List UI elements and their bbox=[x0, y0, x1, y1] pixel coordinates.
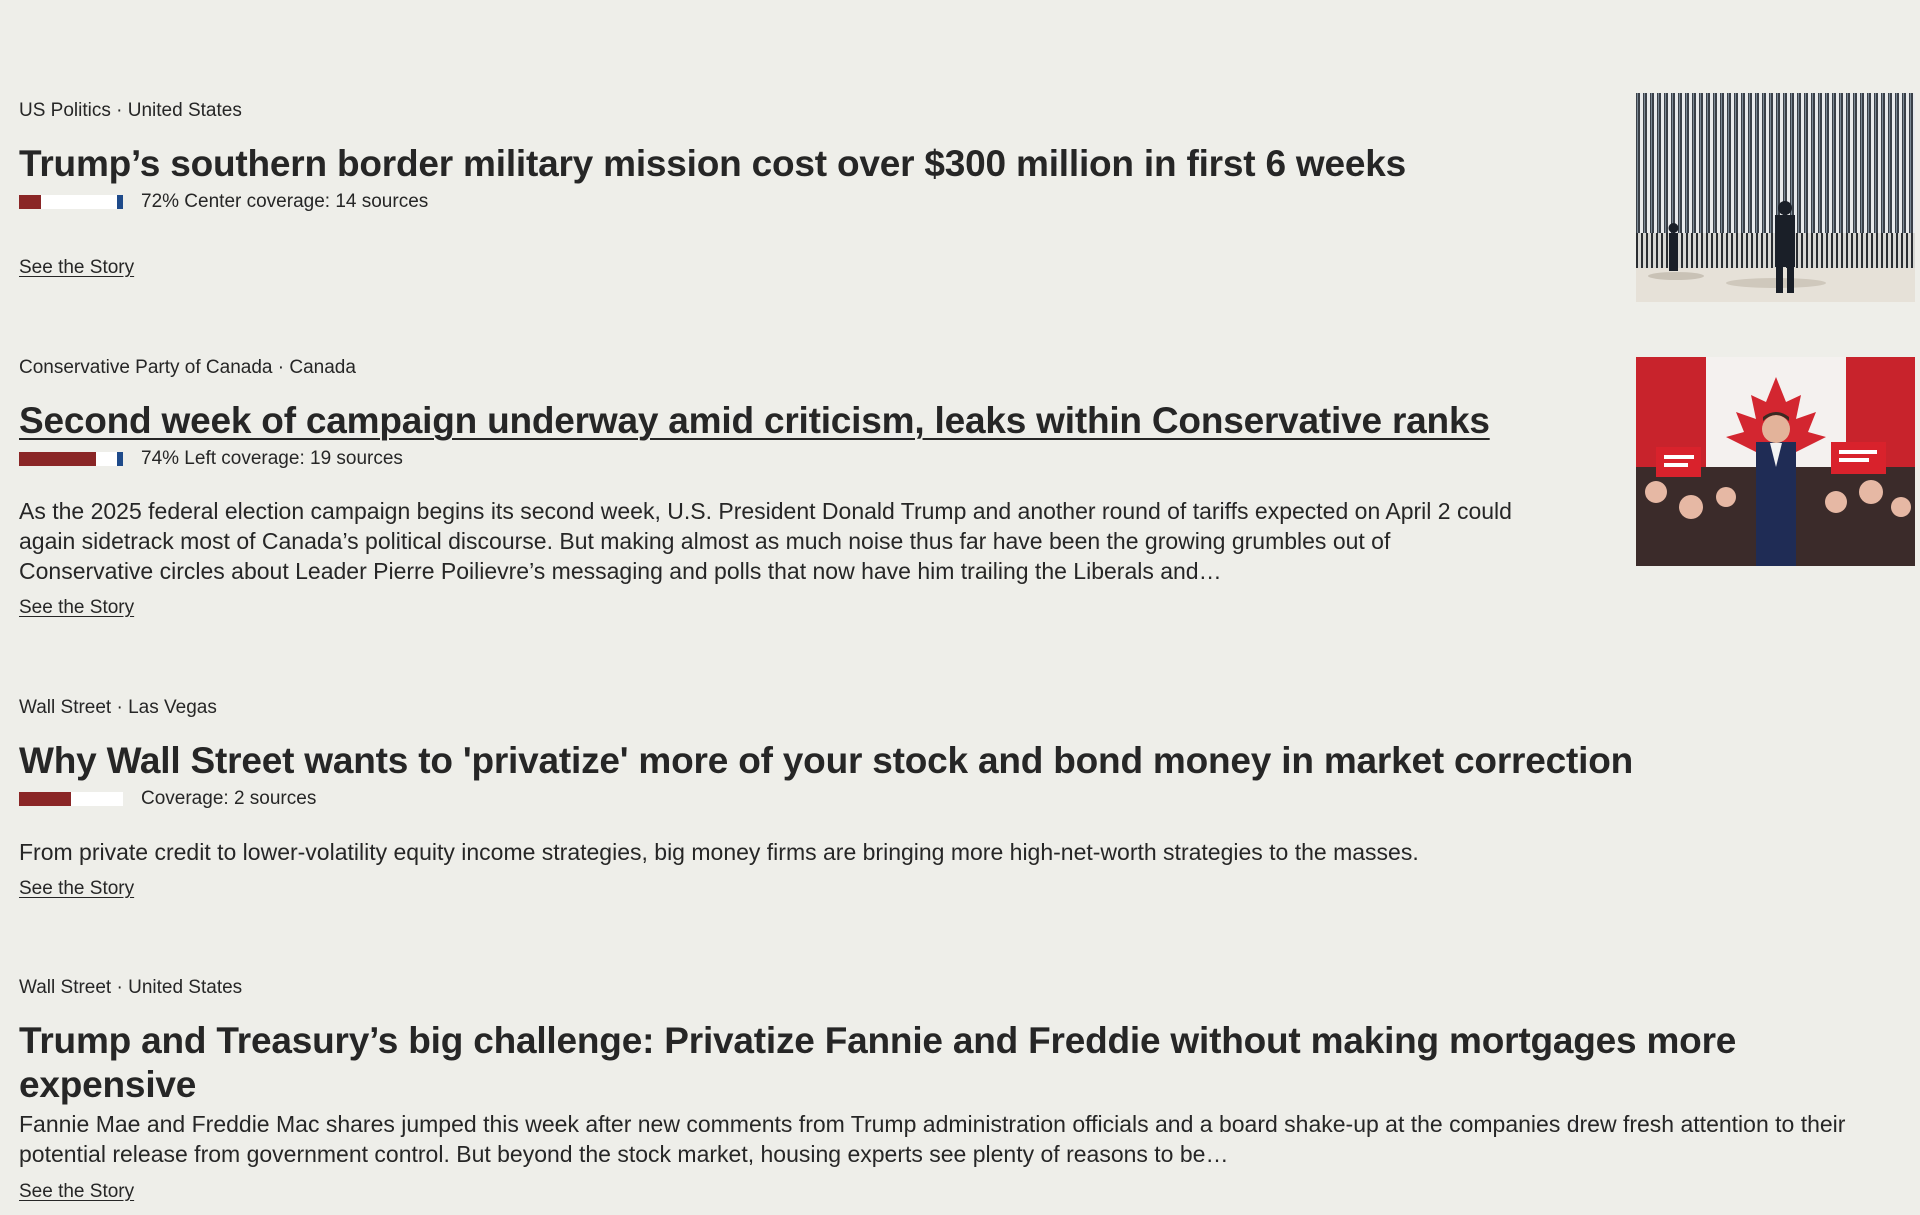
story-thumbnail[interactable] bbox=[1636, 93, 1915, 302]
see-the-story-link[interactable]: See the Story bbox=[19, 597, 134, 618]
story-thumbnail[interactable] bbox=[1636, 357, 1915, 566]
bias-right-segment bbox=[117, 452, 123, 466]
see-the-story-link[interactable]: See the Story bbox=[19, 257, 134, 278]
see-the-story-link[interactable]: See the Story bbox=[19, 878, 134, 899]
story-location[interactable]: Canada bbox=[289, 357, 356, 378]
story-headline[interactable]: Why Wall Street wants to 'privatize' mor… bbox=[19, 739, 1899, 783]
meta-separator: · bbox=[116, 697, 123, 718]
story-meta: Wall Street · United States bbox=[19, 976, 1859, 1000]
campaign-rally-image bbox=[1636, 357, 1915, 566]
story-summary: As the 2025 federal election campaign be… bbox=[19, 498, 1512, 584]
bias-right-segment bbox=[117, 195, 123, 209]
bias-left-segment bbox=[19, 792, 71, 806]
coverage-text: 72% Center coverage: 14 sources bbox=[141, 191, 429, 212]
story-meta: Conservative Party of Canada · Canada bbox=[19, 356, 1579, 380]
bias-distribution-bar bbox=[19, 452, 123, 466]
see-the-story-link[interactable]: See the Story bbox=[19, 1181, 134, 1202]
story-meta: Wall Street · Las Vegas bbox=[19, 696, 1899, 720]
bias-distribution-bar bbox=[19, 792, 123, 806]
coverage-text: Coverage: 2 sources bbox=[141, 788, 317, 809]
border-wall-image bbox=[1636, 93, 1915, 302]
story-category[interactable]: Conservative Party of Canada bbox=[19, 357, 272, 378]
story-card: Conservative Party of Canada · Canada Se… bbox=[19, 356, 1579, 620]
story-category[interactable]: Wall Street bbox=[19, 977, 111, 998]
story-location[interactable]: United States bbox=[128, 100, 242, 121]
story-headline[interactable]: Second week of campaign underway amid cr… bbox=[19, 399, 1579, 443]
story-card: Wall Street · Las Vegas Why Wall Street … bbox=[19, 696, 1899, 901]
news-feed: US Politics · United States Trump’s sout… bbox=[0, 0, 1920, 1215]
story-card: Wall Street · United States Trump and Tr… bbox=[19, 976, 1859, 1204]
meta-separator: · bbox=[277, 357, 285, 378]
story-summary: Fannie Mae and Freddie Mac shares jumped… bbox=[19, 1111, 1846, 1167]
story-headline[interactable]: Trump’s southern border military mission… bbox=[19, 142, 1579, 186]
coverage-text: 74% Left coverage: 19 sources bbox=[141, 448, 403, 469]
story-category[interactable]: US Politics bbox=[19, 100, 111, 121]
story-category[interactable]: Wall Street bbox=[19, 697, 111, 718]
coverage-row: 74% Left coverage: 19 sources bbox=[19, 447, 1579, 471]
story-card: US Politics · United States Trump’s sout… bbox=[19, 99, 1579, 280]
coverage-row: Coverage: 2 sources bbox=[19, 787, 1899, 811]
story-meta: US Politics · United States bbox=[19, 99, 1579, 123]
story-location[interactable]: United States bbox=[128, 977, 242, 998]
story-location[interactable]: Las Vegas bbox=[128, 697, 217, 718]
story-summary: From private credit to lower-volatility … bbox=[19, 839, 1419, 865]
bias-left-segment bbox=[19, 195, 41, 209]
story-headline[interactable]: Trump and Treasury’s big challenge: Priv… bbox=[19, 1019, 1819, 1107]
meta-separator: · bbox=[116, 100, 123, 121]
bias-distribution-bar bbox=[19, 195, 123, 209]
meta-separator: · bbox=[116, 977, 123, 998]
coverage-row: 72% Center coverage: 14 sources bbox=[19, 190, 1579, 214]
bias-left-segment bbox=[19, 452, 96, 466]
